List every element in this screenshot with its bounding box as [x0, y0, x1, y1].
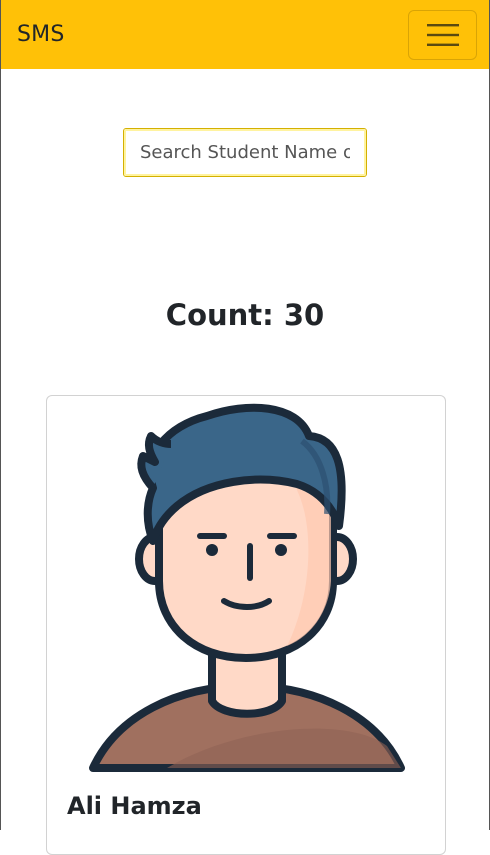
student-count: Count: 30: [165, 298, 325, 332]
male-student-avatar-icon: [89, 403, 405, 772]
navbar: SMS: [1, 0, 489, 69]
brand-logo[interactable]: SMS: [17, 22, 65, 47]
search-input[interactable]: [123, 128, 367, 177]
student-card[interactable]: Ali Hamza: [46, 395, 446, 855]
hamburger-menu-icon: [426, 23, 459, 46]
student-name: Ali Hamza: [67, 792, 202, 820]
navbar-toggle-button[interactable]: [408, 9, 477, 60]
search-container: [1, 128, 489, 177]
